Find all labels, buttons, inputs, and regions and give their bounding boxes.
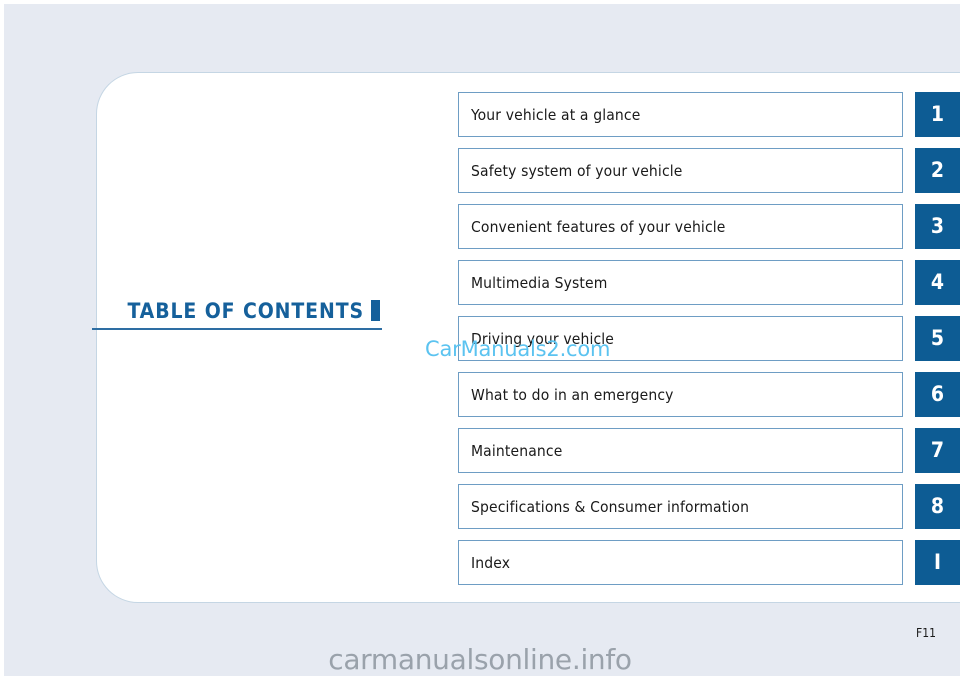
toc-row[interactable]: Safety system of your vehicle 2 bbox=[458, 148, 960, 193]
toc-entry-label-box[interactable]: Driving your vehicle bbox=[458, 316, 903, 361]
toc-row[interactable]: Specifications & Consumer information 8 bbox=[458, 484, 960, 529]
toc-chapter-number: 6 bbox=[930, 382, 945, 406]
toc-entry-label: Your vehicle at a glance bbox=[471, 105, 641, 124]
toc-entry-label-box[interactable]: Multimedia System bbox=[458, 260, 903, 305]
toc-chapter-number: 3 bbox=[930, 214, 945, 238]
toc-entry-label: Index bbox=[471, 553, 511, 572]
toc-entry-label-box[interactable]: Convenient features of your vehicle bbox=[458, 204, 903, 249]
toc-row[interactable]: Your vehicle at a glance 1 bbox=[458, 92, 960, 137]
toc-chapter-number: 2 bbox=[930, 158, 945, 182]
manual-page: TABLE OF CONTENTS Your vehicle at a glan… bbox=[0, 0, 960, 676]
toc-entry-label-box[interactable]: Maintenance bbox=[458, 428, 903, 473]
toc-chapter-number: I bbox=[933, 550, 942, 574]
toc-entry-label-box[interactable]: Your vehicle at a glance bbox=[458, 92, 903, 137]
page-title: TABLE OF CONTENTS bbox=[127, 299, 364, 323]
toc-entry-label-box[interactable]: Index bbox=[458, 540, 903, 585]
toc-row[interactable]: Driving your vehicle 5 bbox=[458, 316, 960, 361]
toc-row[interactable]: What to do in an emergency 6 bbox=[458, 372, 960, 417]
toc-row[interactable]: Multimedia System 4 bbox=[458, 260, 960, 305]
toc-entry-label: Driving your vehicle bbox=[471, 329, 615, 348]
table-of-contents-list: Your vehicle at a glance 1 Safety system… bbox=[458, 92, 960, 585]
toc-entry-label-box[interactable]: Safety system of your vehicle bbox=[458, 148, 903, 193]
toc-chapter-tab[interactable]: 8 bbox=[915, 484, 960, 529]
toc-chapter-tab[interactable]: 7 bbox=[915, 428, 960, 473]
title-underline-rule bbox=[92, 328, 382, 331]
toc-entry-label: Convenient features of your vehicle bbox=[471, 217, 726, 236]
toc-chapter-number: 7 bbox=[930, 438, 945, 462]
toc-chapter-number: 4 bbox=[930, 270, 945, 294]
toc-entry-label: Multimedia System bbox=[471, 273, 608, 292]
toc-chapter-tab[interactable]: 4 bbox=[915, 260, 960, 305]
toc-entry-label: Maintenance bbox=[471, 441, 563, 460]
title-marker-bar bbox=[371, 300, 380, 322]
toc-entry-label-box[interactable]: Specifications & Consumer information bbox=[458, 484, 903, 529]
footer-watermark: carmanualsonline.info bbox=[328, 643, 632, 676]
toc-chapter-number: 5 bbox=[930, 326, 945, 350]
toc-chapter-tab[interactable]: 2 bbox=[915, 148, 960, 193]
toc-chapter-number: 1 bbox=[930, 102, 945, 126]
toc-entry-label: What to do in an emergency bbox=[471, 385, 674, 404]
toc-row[interactable]: Maintenance 7 bbox=[458, 428, 960, 473]
toc-chapter-tab[interactable]: 3 bbox=[915, 204, 960, 249]
table-of-contents-title-block: TABLE OF CONTENTS bbox=[92, 300, 382, 331]
toc-entry-label: Specifications & Consumer information bbox=[471, 497, 750, 516]
page-number: F11 bbox=[916, 626, 936, 640]
toc-chapter-tab[interactable]: 1 bbox=[915, 92, 960, 137]
toc-row[interactable]: Convenient features of your vehicle 3 bbox=[458, 204, 960, 249]
toc-chapter-number: 8 bbox=[930, 494, 945, 518]
title-row: TABLE OF CONTENTS bbox=[92, 300, 382, 322]
toc-chapter-tab[interactable]: I bbox=[915, 540, 960, 585]
toc-row[interactable]: Index I bbox=[458, 540, 960, 585]
toc-chapter-tab[interactable]: 5 bbox=[915, 316, 960, 361]
toc-chapter-tab[interactable]: 6 bbox=[915, 372, 960, 417]
toc-entry-label: Safety system of your vehicle bbox=[471, 161, 683, 180]
toc-entry-label-box[interactable]: What to do in an emergency bbox=[458, 372, 903, 417]
